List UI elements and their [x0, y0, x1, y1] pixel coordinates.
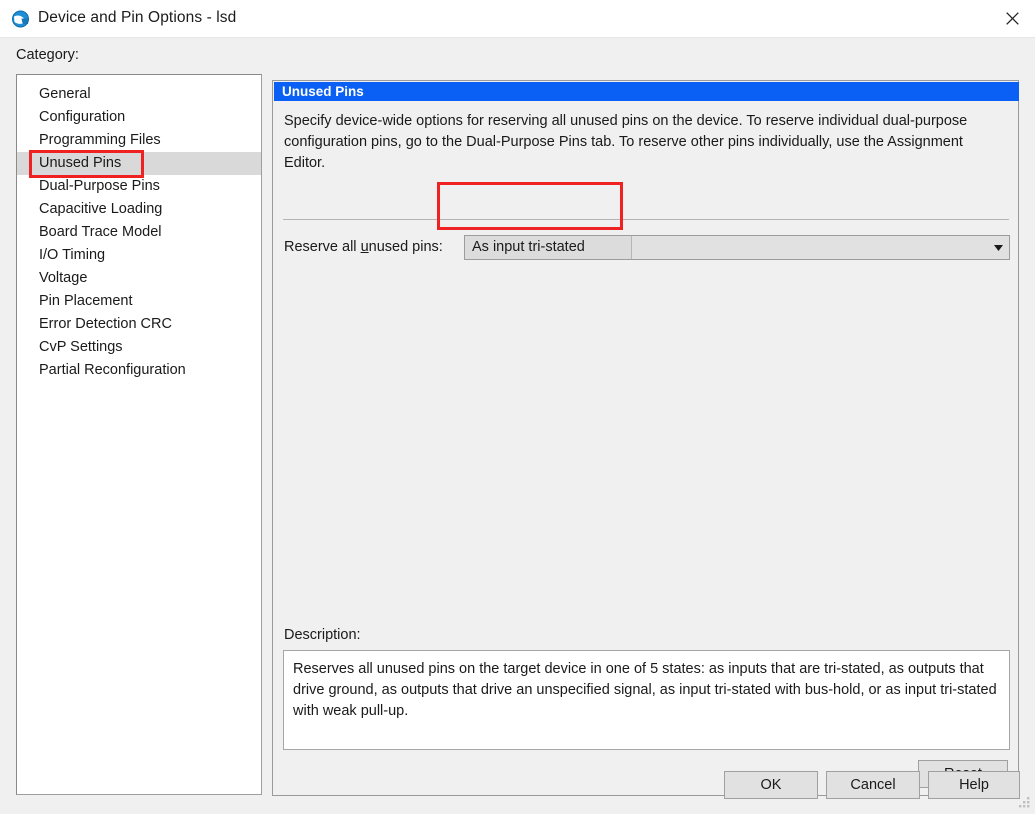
- panel-intro-text: Specify device-wide options for reservin…: [284, 113, 968, 171]
- sidebar-item-dual-purpose-pins[interactable]: Dual-Purpose Pins: [17, 175, 261, 198]
- sidebar-item-unused-pins[interactable]: Unused Pins: [17, 152, 261, 175]
- sidebar-item-cvp-settings[interactable]: CvP Settings: [17, 336, 261, 359]
- sidebar-item-error-detection-crc[interactable]: Error Detection CRC: [17, 313, 261, 336]
- sidebar-item-capacitive-loading[interactable]: Capacitive Loading: [17, 198, 261, 221]
- quartus-globe-icon: [11, 9, 31, 29]
- unused-pins-panel: Unused Pins Specify device-wide options …: [272, 80, 1019, 796]
- sidebar-item-configuration[interactable]: Configuration: [17, 106, 261, 129]
- help-button[interactable]: Help: [928, 771, 1020, 799]
- panel-title: Unused Pins: [274, 82, 1019, 101]
- panel-separator: [283, 219, 1009, 220]
- reserve-unused-pins-row: Reserve all unused pins: As input tri-st…: [284, 235, 1010, 261]
- ok-button[interactable]: OK: [724, 771, 818, 799]
- cancel-button[interactable]: Cancel: [826, 771, 920, 799]
- reserve-combo-value[interactable]: As input tri-stated: [465, 236, 632, 259]
- description-label: Description:: [284, 627, 361, 643]
- close-icon[interactable]: [989, 0, 1035, 37]
- description-text: Reserves all unused pins on the target d…: [283, 650, 1010, 750]
- category-label: Category:: [16, 47, 79, 63]
- sidebar-item-partial-reconfiguration[interactable]: Partial Reconfiguration: [17, 359, 261, 382]
- reserve-unused-pins-dropdown[interactable]: As input tri-stated: [464, 235, 1010, 260]
- reserve-unused-pins-label: Reserve all unused pins:: [284, 239, 443, 255]
- sidebar-item-general[interactable]: General: [17, 83, 261, 106]
- sidebar-item-pin-placement[interactable]: Pin Placement: [17, 290, 261, 313]
- chevron-down-icon[interactable]: [994, 236, 1003, 259]
- resize-grip[interactable]: [1018, 797, 1031, 810]
- category-list[interactable]: General Configuration Programming Files …: [16, 74, 262, 795]
- sidebar-item-programming-files[interactable]: Programming Files: [17, 129, 261, 152]
- window-title: Device and Pin Options - lsd: [38, 9, 237, 26]
- sidebar-item-voltage[interactable]: Voltage: [17, 267, 261, 290]
- title-bar: Device and Pin Options - lsd: [0, 0, 1035, 38]
- dialog-body: Category: General Configuration Programm…: [0, 38, 1035, 813]
- sidebar-item-board-trace-model[interactable]: Board Trace Model: [17, 221, 261, 244]
- sidebar-item-io-timing[interactable]: I/O Timing: [17, 244, 261, 267]
